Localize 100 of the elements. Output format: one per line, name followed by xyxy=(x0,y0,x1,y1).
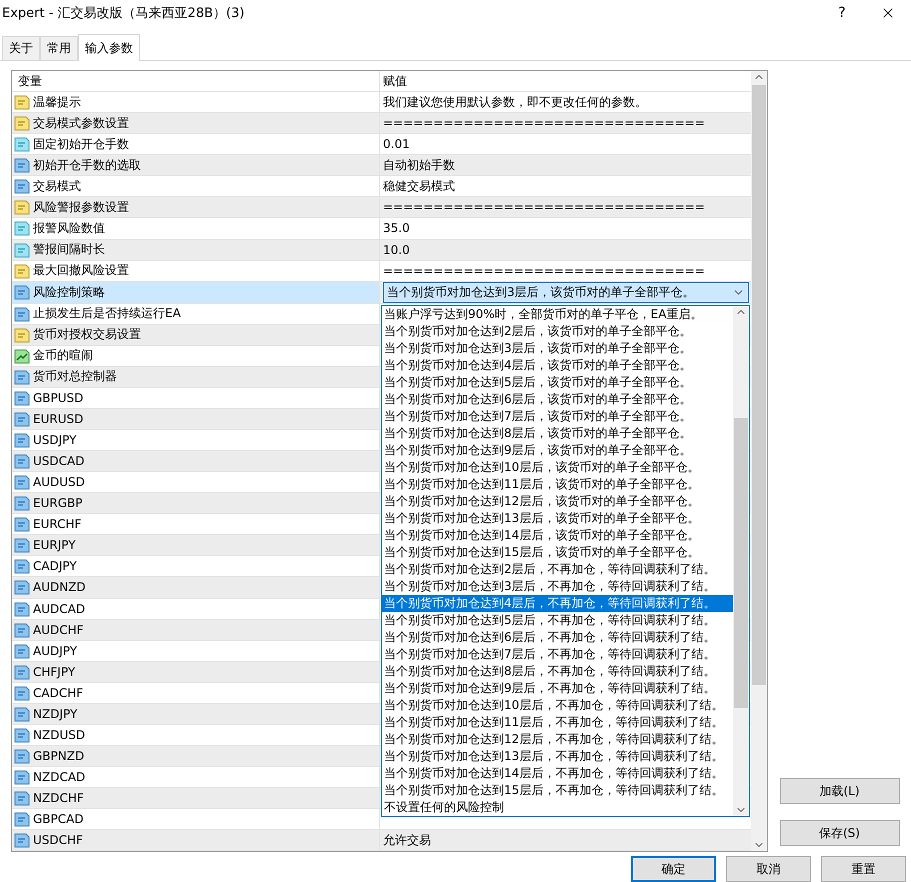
parameter-name: AUDCHF xyxy=(33,622,84,637)
document-icon xyxy=(14,115,30,132)
dialog-button[interactable]: 取消 xyxy=(726,856,811,882)
parameter-name-cell[interactable]: 温馨提示 xyxy=(12,92,380,112)
parameter-name-cell[interactable]: AUDUSD xyxy=(12,472,380,492)
parameter-name: GBPNZD xyxy=(33,748,84,763)
parameter-name: 风险警报参数设置 xyxy=(33,198,129,216)
parameter-value: 0.01 xyxy=(383,137,410,152)
parameter-name: EURCHF xyxy=(33,517,82,532)
parameter-name: NZDCHF xyxy=(33,791,84,806)
document-icon xyxy=(14,199,30,216)
parameter-name-cell[interactable]: NZDCAD xyxy=(12,767,380,788)
scrollbar[interactable] xyxy=(751,71,767,851)
dialog-button[interactable]: 确定 xyxy=(631,856,716,882)
parameter-name: EURJPY xyxy=(33,538,76,552)
parameter-name-cell[interactable]: 初始开仓手数的选取 xyxy=(12,155,380,176)
document-icon xyxy=(14,664,30,680)
parameter-name-cell[interactable]: USDCAD xyxy=(12,451,380,472)
parameter-name: EURGBP xyxy=(33,496,82,510)
scrollbar[interactable] xyxy=(733,306,749,816)
parameter-name: AUDJPY xyxy=(33,644,78,658)
parameter-name-cell[interactable]: EURUSD xyxy=(12,408,380,429)
parameter-name-cell[interactable]: USDCHF xyxy=(12,830,380,850)
parameter-name-cell[interactable]: 货币对授权交易设置 xyxy=(12,324,380,345)
parameter-name-cell[interactable]: AUDCAD xyxy=(12,598,380,619)
document-icon xyxy=(14,706,30,722)
parameter-name-cell[interactable]: 警报间隔时长 xyxy=(12,240,380,260)
parameter-name-cell[interactable]: GBPUSD xyxy=(12,388,380,408)
parameter-name: NZDJPY xyxy=(33,706,78,721)
parameter-name-cell[interactable]: 金币的暄闹 xyxy=(12,346,380,366)
parameter-name-cell[interactable]: 最大回撤风险设置 xyxy=(12,260,380,281)
parameter-name: USDCHF xyxy=(33,833,83,848)
side-button[interactable]: 加载(L) xyxy=(780,778,900,804)
document-icon xyxy=(14,136,30,152)
parameter-name-cell[interactable]: 交易模式参数设置 xyxy=(12,113,380,134)
parameter-name: 固定初始开仓手数 xyxy=(33,136,129,153)
document-icon xyxy=(14,262,30,279)
parameter-name-cell[interactable]: GBPCAD xyxy=(12,809,380,830)
parameter-name-cell[interactable]: GBPNZD xyxy=(12,746,380,766)
parameter-name-cell[interactable]: AUDCHF xyxy=(12,620,380,640)
parameter-name-cell[interactable]: 止损发生后是否持续运行EA xyxy=(12,304,380,324)
parameter-value: 稳健交易模式 xyxy=(383,178,455,195)
document-icon xyxy=(14,684,30,701)
parameter-name-cell[interactable]: CADCHF xyxy=(12,682,380,703)
document-icon xyxy=(14,178,30,194)
dropdown-option[interactable]: 当个别货币对加仓达到4层后，不再加仓，等待回调获利了结。 xyxy=(382,595,733,612)
parameter-name-cell[interactable]: USDJPY xyxy=(12,430,380,450)
combobox-value: 当个别货币对加仓达到3层后，该货币对的单子全部平仓。 xyxy=(387,284,695,301)
tab[interactable]: 常用 xyxy=(40,36,78,60)
parameter-name-cell[interactable]: EURGBP xyxy=(12,493,380,514)
parameter-name-cell[interactable]: CADJPY xyxy=(12,556,380,576)
value-combobox[interactable]: 当个别货币对加仓达到3层后，该货币对的单子全部平仓。 xyxy=(383,282,749,303)
parameter-name: 风险控制策略 xyxy=(33,284,105,301)
document-icon xyxy=(14,432,30,448)
parameter-name-cell[interactable]: NZDUSD xyxy=(12,724,380,745)
parameter-name: 止损发生后是否持续运行EA xyxy=(33,305,181,322)
tab[interactable]: 关于 xyxy=(2,36,40,60)
parameter-name: 温馨提示 xyxy=(33,94,81,111)
document-icon xyxy=(14,769,30,786)
parameter-name-cell[interactable]: 交易模式 xyxy=(12,176,380,196)
parameter-name: EURUSD xyxy=(33,412,84,426)
document-icon xyxy=(14,600,30,617)
parameter-name: 金币的暄闹 xyxy=(33,347,93,364)
parameter-name: AUDCAD xyxy=(33,602,86,616)
document-icon xyxy=(14,579,30,596)
document-icon xyxy=(14,453,30,470)
window-title: Expert - 汇交易改版（马来西亚28B）(3) xyxy=(2,4,246,22)
parameter-name-cell[interactable]: AUDJPY xyxy=(12,640,380,661)
parameter-name: 初始开仓手数的选取 xyxy=(33,156,141,174)
parameter-name-cell[interactable]: EURCHF xyxy=(12,514,380,534)
help-button[interactable]: ? xyxy=(819,0,865,25)
parameter-name: GBPUSD xyxy=(33,390,84,405)
document-icon xyxy=(14,790,30,806)
side-button[interactable]: 保存(S) xyxy=(780,820,900,846)
parameter-name: 交易模式 xyxy=(33,178,81,195)
parameter-name-cell[interactable]: 报警风险数值 xyxy=(12,218,380,238)
parameter-name-cell[interactable]: 货币对总控制器 xyxy=(12,366,380,387)
parameter-name-cell[interactable]: 风险控制策略 xyxy=(12,282,380,303)
document-icon xyxy=(14,390,30,406)
parameter-name-cell[interactable]: NZDJPY xyxy=(12,704,380,724)
document-icon xyxy=(14,94,30,110)
parameter-name-cell[interactable]: 风险警报参数设置 xyxy=(12,197,380,218)
column-header: 变量 xyxy=(18,72,42,90)
document-icon xyxy=(14,220,30,236)
document-icon xyxy=(14,516,30,532)
dialog-button[interactable]: 重置 xyxy=(821,856,906,882)
parameter-name: NZDUSD xyxy=(33,728,86,742)
parameter-name: NZDCAD xyxy=(33,770,86,784)
document-icon xyxy=(14,622,30,638)
parameter-name-cell[interactable]: EURJPY xyxy=(12,535,380,556)
parameter-name-cell[interactable]: NZDCHF xyxy=(12,788,380,808)
parameter-value: 我们建议您使用默认参数，即不更改任何的参数。 xyxy=(383,94,647,111)
document-icon xyxy=(14,157,30,174)
parameter-name-cell[interactable]: AUDNZD xyxy=(12,577,380,598)
document-icon xyxy=(14,326,30,343)
tab[interactable]: 输入参数 xyxy=(78,34,140,61)
parameter-name-cell[interactable]: CHFJPY xyxy=(12,662,380,682)
document-icon xyxy=(14,410,30,427)
document-icon xyxy=(14,306,30,322)
parameter-name-cell[interactable]: 固定初始开仓手数 xyxy=(12,134,380,154)
